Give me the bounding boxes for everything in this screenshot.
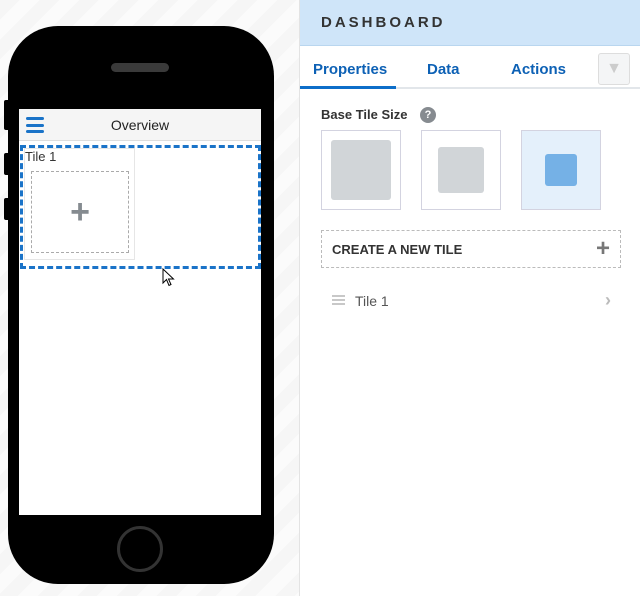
collapse-panel-icon[interactable]: ▼ bbox=[598, 53, 630, 85]
phone-side-button bbox=[4, 100, 10, 130]
tile-label: Tile 1 bbox=[25, 149, 57, 164]
tile-size-small[interactable] bbox=[521, 130, 601, 210]
drag-handle-icon[interactable] bbox=[332, 295, 345, 305]
phone-home-button bbox=[117, 526, 163, 572]
panel-header: DASHBOARD bbox=[300, 0, 640, 46]
create-new-tile-button[interactable]: CREATE A NEW TILE + bbox=[321, 230, 621, 268]
tile-1[interactable]: Tile 1 + bbox=[24, 148, 135, 260]
panel-title: DASHBOARD bbox=[321, 14, 446, 31]
mouse-cursor-icon bbox=[162, 268, 175, 287]
help-icon[interactable]: ? bbox=[420, 107, 436, 123]
base-tile-size-label: Base Tile Size bbox=[321, 107, 408, 122]
active-tab-indicator bbox=[300, 86, 396, 89]
phone-speaker bbox=[111, 63, 169, 72]
screen-title: Overview bbox=[110, 117, 170, 133]
plus-icon: + bbox=[595, 235, 610, 262]
plus-icon[interactable]: + bbox=[31, 171, 129, 253]
phone-side-button bbox=[4, 153, 10, 175]
phone-screen: Overview Tile 1 + bbox=[19, 109, 261, 515]
chevron-right-icon[interactable]: › bbox=[605, 290, 611, 311]
tab-data[interactable]: Data bbox=[427, 61, 460, 78]
tile-list-label: Tile 1 bbox=[355, 293, 389, 309]
create-tile-label: CREATE A NEW TILE bbox=[332, 242, 463, 257]
tile-list-item[interactable]: Tile 1 › bbox=[321, 287, 621, 315]
tile-size-medium[interactable] bbox=[421, 130, 501, 210]
tile-size-large[interactable] bbox=[321, 130, 401, 210]
phone-side-button bbox=[4, 198, 10, 220]
tab-properties[interactable]: Properties bbox=[313, 61, 387, 78]
tab-actions[interactable]: Actions bbox=[511, 61, 566, 78]
screen-header: Overview bbox=[19, 109, 261, 141]
properties-panel: DASHBOARD Properties Data Actions ▼ Base… bbox=[299, 0, 640, 596]
